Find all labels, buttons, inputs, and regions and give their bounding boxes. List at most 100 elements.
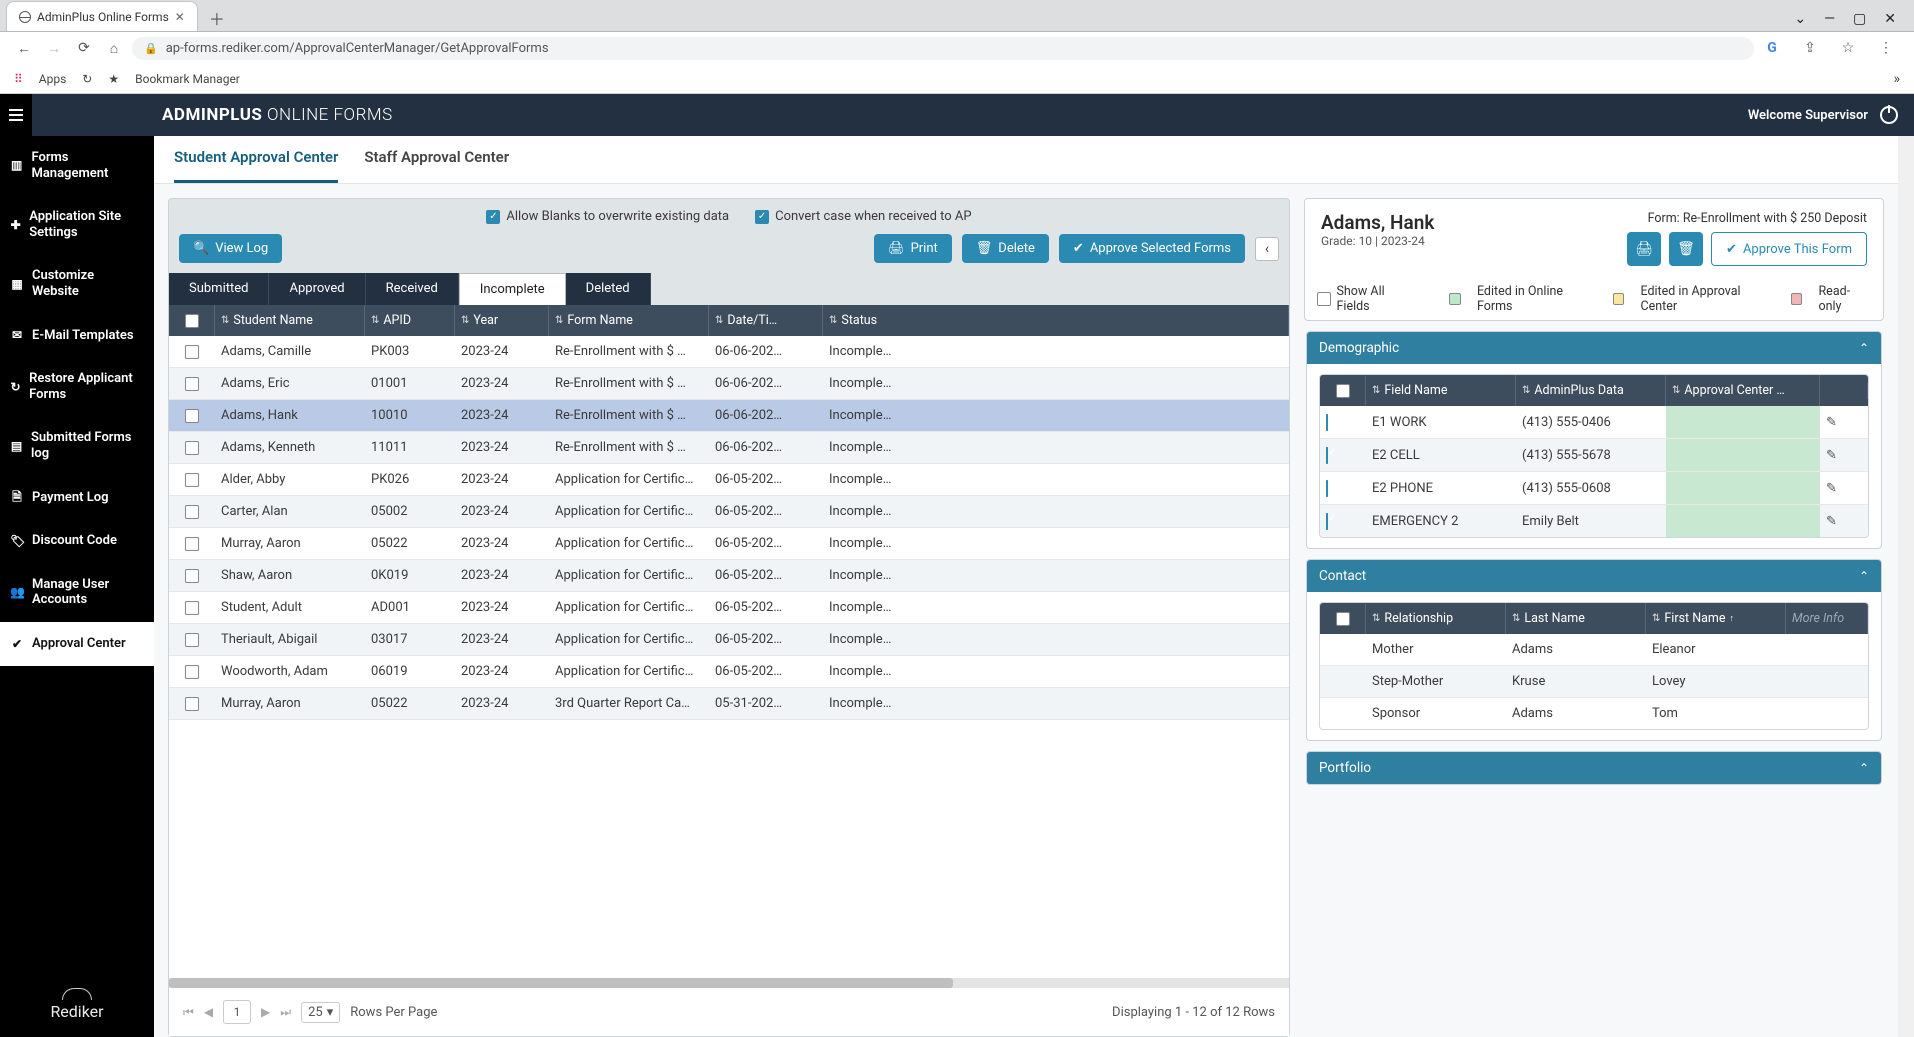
col-adminplus-data[interactable]: AdminPlus Data: [1534, 383, 1623, 398]
edit-icon[interactable]: ✎: [1826, 415, 1837, 430]
status-tab-received[interactable]: Received: [366, 273, 459, 305]
table-row[interactable]: Adams, Eric010012023-24Re-Enrollment wit…: [169, 368, 1289, 400]
sidebar-item-submitted-forms-log[interactable]: ▤Submitted Forms log: [0, 416, 154, 475]
forward-icon[interactable]: →: [42, 40, 66, 57]
col-approval-center-data[interactable]: Approval Center …: [1684, 383, 1784, 398]
table-row[interactable]: Theriault, Abigail030172023-24Applicatio…: [169, 624, 1289, 656]
close-tab-icon[interactable]: ✕: [175, 10, 185, 24]
col-last-name[interactable]: Last Name: [1524, 611, 1584, 626]
row-checkbox[interactable]: [185, 409, 199, 423]
row-checkbox[interactable]: [185, 441, 199, 455]
section-header-demographic[interactable]: Demographic ⌃: [1307, 332, 1881, 364]
row-checkbox[interactable]: [185, 377, 199, 391]
row-checkbox[interactable]: [185, 345, 199, 359]
edit-icon[interactable]: ✎: [1826, 448, 1837, 463]
table-row[interactable]: Adams, Hank100102023-24Re-Enrollment wit…: [169, 400, 1289, 432]
row-checkbox[interactable]: [185, 601, 199, 615]
reload-icon[interactable]: ⟳: [72, 40, 96, 56]
col-status[interactable]: Status: [841, 313, 877, 328]
tab-student-approval[interactable]: Student Approval Center: [174, 148, 338, 183]
bookmarks-overflow-icon[interactable]: »: [1893, 71, 1900, 87]
page-size-select[interactable]: 25▾: [301, 1002, 340, 1023]
status-tab-deleted[interactable]: Deleted: [566, 273, 651, 305]
field-checkbox[interactable]: [1326, 447, 1328, 464]
col-student-name[interactable]: Student Name: [233, 313, 312, 328]
row-checkbox[interactable]: [185, 473, 199, 487]
detail-print-button[interactable]: 🖨: [1627, 232, 1661, 266]
horizontal-scrollbar[interactable]: [169, 978, 1289, 988]
section-header-portfolio[interactable]: Portfolio ⌃: [1307, 752, 1881, 784]
edit-icon[interactable]: ✎: [1826, 481, 1837, 496]
row-checkbox[interactable]: [185, 505, 199, 519]
share-icon[interactable]: ⇪: [1798, 40, 1822, 56]
pager-last-icon[interactable]: ⏭: [280, 1005, 291, 1020]
star-icon[interactable]: ☆: [1836, 40, 1860, 56]
new-tab-button[interactable]: ＋: [204, 5, 230, 31]
bookmark-manager-link[interactable]: Bookmark Manager: [135, 72, 240, 86]
cell-approval-center-data[interactable]: [1666, 472, 1820, 504]
pager-page-input[interactable]: 1: [223, 1000, 251, 1024]
print-button[interactable]: 🖨Print: [874, 234, 952, 263]
pager-first-icon[interactable]: ⏮: [183, 1005, 194, 1020]
browser-tab[interactable]: AdminPlus Online Forms ✕: [6, 1, 198, 31]
edit-icon[interactable]: ✎: [1826, 514, 1837, 529]
row-checkbox[interactable]: [185, 665, 199, 679]
back-icon[interactable]: ←: [12, 40, 36, 57]
kebab-icon[interactable]: ⋮: [1874, 40, 1898, 56]
home-icon[interactable]: ⌂: [102, 40, 126, 57]
approve-selected-button[interactable]: ✔Approve Selected Forms: [1059, 234, 1245, 263]
apps-label[interactable]: Apps: [39, 72, 67, 86]
table-row[interactable]: Student, AdultAD0012023-24Application fo…: [169, 592, 1289, 624]
col-apid[interactable]: APID: [383, 313, 411, 328]
col-first-name[interactable]: First Name: [1664, 611, 1725, 626]
convert-case-checkbox[interactable]: ✓Convert case when received to AP: [755, 209, 971, 224]
collapse-detail-icon[interactable]: ‹: [1255, 237, 1279, 261]
show-all-fields-checkbox[interactable]: Show All Fields: [1317, 284, 1417, 314]
row-checkbox[interactable]: [185, 633, 199, 647]
table-row[interactable]: Alder, AbbyPK0262023-24Application for C…: [169, 464, 1289, 496]
contact-row[interactable]: MotherAdamsEleanor: [1320, 634, 1868, 666]
col-year[interactable]: Year: [473, 313, 498, 328]
hamburger-icon[interactable]: [0, 94, 32, 136]
sidebar-item-payment-log[interactable]: 🗎Payment Log: [0, 476, 154, 520]
table-row[interactable]: Adams, Kenneth110112023-24Re-Enrollment …: [169, 432, 1289, 464]
table-row[interactable]: Murray, Aaron050222023-243rd Quarter Rep…: [169, 688, 1289, 720]
col-more-info[interactable]: More Info: [1792, 611, 1844, 626]
table-row[interactable]: Carter, Alan050022023-24Application for …: [169, 496, 1289, 528]
row-checkbox[interactable]: [185, 537, 199, 551]
delete-button[interactable]: 🗑Delete: [962, 234, 1049, 263]
sidebar-item-e-mail-templates[interactable]: ✉E-Mail Templates: [0, 314, 154, 358]
apps-grid-icon[interactable]: ⠿: [14, 72, 23, 86]
cell-approval-center-data[interactable]: [1666, 505, 1820, 537]
status-tab-approved[interactable]: Approved: [269, 273, 365, 305]
table-row[interactable]: Shaw, Aaron0K0192023-24Application for C…: [169, 560, 1289, 592]
sidebar-item-customize-website[interactable]: ▦Customize Website: [0, 254, 154, 313]
approve-this-form-button[interactable]: ✔Approve This Form: [1711, 232, 1867, 266]
allow-blanks-checkbox[interactable]: ✓Allow Blanks to overwrite existing data: [486, 209, 729, 224]
sidebar-item-application-site-settings[interactable]: ✚Application Site Settings: [0, 195, 154, 254]
col-field-name[interactable]: Field Name: [1384, 383, 1447, 398]
status-tab-submitted[interactable]: Submitted: [169, 273, 269, 305]
detail-delete-button[interactable]: 🗑: [1669, 232, 1703, 266]
history-icon[interactable]: ↻: [82, 72, 92, 86]
close-window-icon[interactable]: ✕: [1884, 11, 1896, 27]
contact-select-all[interactable]: [1336, 612, 1350, 626]
pager-next-icon[interactable]: ▶: [261, 1005, 270, 1019]
page-scrollbar[interactable]: [1898, 136, 1914, 1037]
status-tab-incomplete[interactable]: Incomplete: [459, 273, 566, 305]
minimize-icon[interactable]: —: [1824, 11, 1835, 27]
contact-row[interactable]: Step-MotherKruseLovey: [1320, 666, 1868, 698]
url-input[interactable]: 🔒 ap-forms.rediker.com/ApprovalCenterMan…: [132, 37, 1754, 60]
chevron-down-icon[interactable]: ⌄: [1794, 11, 1806, 27]
col-form-name[interactable]: Form Name: [567, 313, 633, 328]
power-icon[interactable]: [1880, 106, 1898, 124]
contact-row[interactable]: SponsorAdamsTom: [1320, 698, 1868, 729]
field-checkbox[interactable]: [1326, 513, 1328, 530]
cell-approval-center-data[interactable]: [1666, 406, 1820, 438]
view-log-button[interactable]: 🔍View Log: [179, 234, 282, 263]
sidebar-item-discount-code[interactable]: 🏷Discount Code: [0, 519, 154, 563]
cell-approval-center-data[interactable]: [1666, 439, 1820, 471]
col-relationship[interactable]: Relationship: [1384, 611, 1453, 626]
select-all-checkbox[interactable]: [185, 314, 199, 328]
sidebar-item-manage-user-accounts[interactable]: 👥Manage User Accounts: [0, 563, 154, 622]
